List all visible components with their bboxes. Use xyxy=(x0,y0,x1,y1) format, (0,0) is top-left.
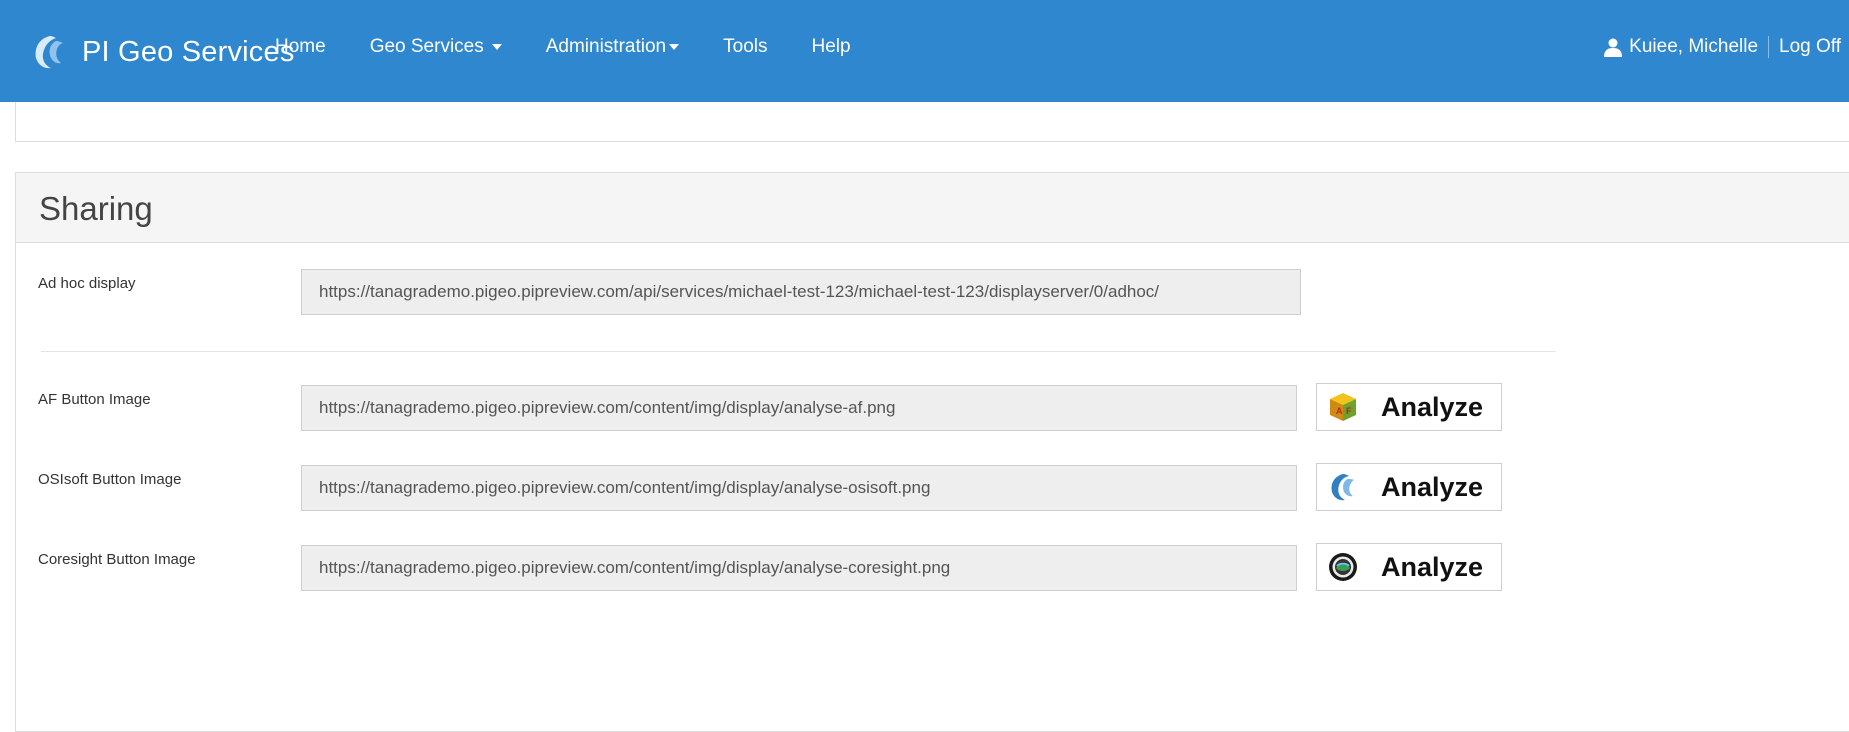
coresight-analyze-button-preview[interactable]: Analyze xyxy=(1316,543,1502,591)
top-panel xyxy=(15,102,1849,142)
af-button-image-url-field[interactable]: https://tanagrademo.pigeo.pipreview.com/… xyxy=(301,385,1297,431)
af-analyze-text: Analyze xyxy=(1381,391,1484,422)
top-navbar: PI Geo Services Home Geo Services Admini… xyxy=(0,0,1849,102)
coresight-button-image-label: Coresight Button Image xyxy=(38,551,196,568)
sharing-panel: Sharing Ad hoc display https://tanagrade… xyxy=(15,172,1849,732)
coresight-button-image-url-field[interactable]: https://tanagrademo.pigeo.pipreview.com/… xyxy=(301,545,1297,591)
user-icon xyxy=(1604,38,1623,57)
af-button-image-label: AF Button Image xyxy=(38,391,151,408)
main-nav: Home Geo Services Administration Tools H… xyxy=(275,36,895,58)
osisoft-analyze-button-preview[interactable]: Analyze xyxy=(1316,463,1502,511)
brand-name: PI Geo Services xyxy=(82,35,295,68)
svg-text:F: F xyxy=(1346,406,1352,416)
osisoft-logo-icon xyxy=(1331,474,1354,501)
adhoc-display-url-field[interactable]: https://tanagrademo.pigeo.pipreview.com/… xyxy=(301,269,1301,315)
nav-geo-services[interactable]: Geo Services xyxy=(370,36,502,58)
af-analyze-button-preview[interactable]: A F Analyze xyxy=(1316,383,1502,431)
coresight-analyze-text: Analyze xyxy=(1381,551,1484,582)
pi-logo-icon xyxy=(35,36,63,69)
adhoc-display-label: Ad hoc display xyxy=(38,275,136,292)
nav-geo-services-label: Geo Services xyxy=(369,36,484,57)
caret-down-icon xyxy=(669,44,680,50)
sharing-panel-heading: Sharing xyxy=(16,173,1849,243)
user-area: Kuiee, Michelle Log Off xyxy=(1603,36,1841,58)
nav-help[interactable]: Help xyxy=(811,36,850,58)
nav-tools[interactable]: Tools xyxy=(723,36,767,58)
user-name-link[interactable]: Kuiee, Michelle xyxy=(1629,36,1758,58)
sharing-title: Sharing xyxy=(39,190,153,227)
nav-help-label: Help xyxy=(811,36,851,57)
brand-link[interactable]: PI Geo Services xyxy=(30,30,295,74)
nav-home-label: Home xyxy=(275,36,326,57)
coresight-logo-icon xyxy=(1329,553,1357,581)
caret-down-icon xyxy=(491,44,502,50)
svg-text:A: A xyxy=(1336,406,1343,416)
nav-home[interactable]: Home xyxy=(275,36,326,58)
section-divider xyxy=(41,351,1556,352)
osisoft-analyze-text: Analyze xyxy=(1381,471,1484,502)
osisoft-button-image-label: OSIsoft Button Image xyxy=(38,471,182,488)
log-off-link[interactable]: Log Off xyxy=(1768,36,1841,58)
nav-administration-label: Administration xyxy=(545,36,667,57)
af-cube-icon: A F xyxy=(1330,393,1356,421)
nav-tools-label: Tools xyxy=(723,36,768,57)
osisoft-button-image-url-field[interactable]: https://tanagrademo.pigeo.pipreview.com/… xyxy=(301,465,1297,511)
nav-administration[interactable]: Administration xyxy=(545,36,680,58)
